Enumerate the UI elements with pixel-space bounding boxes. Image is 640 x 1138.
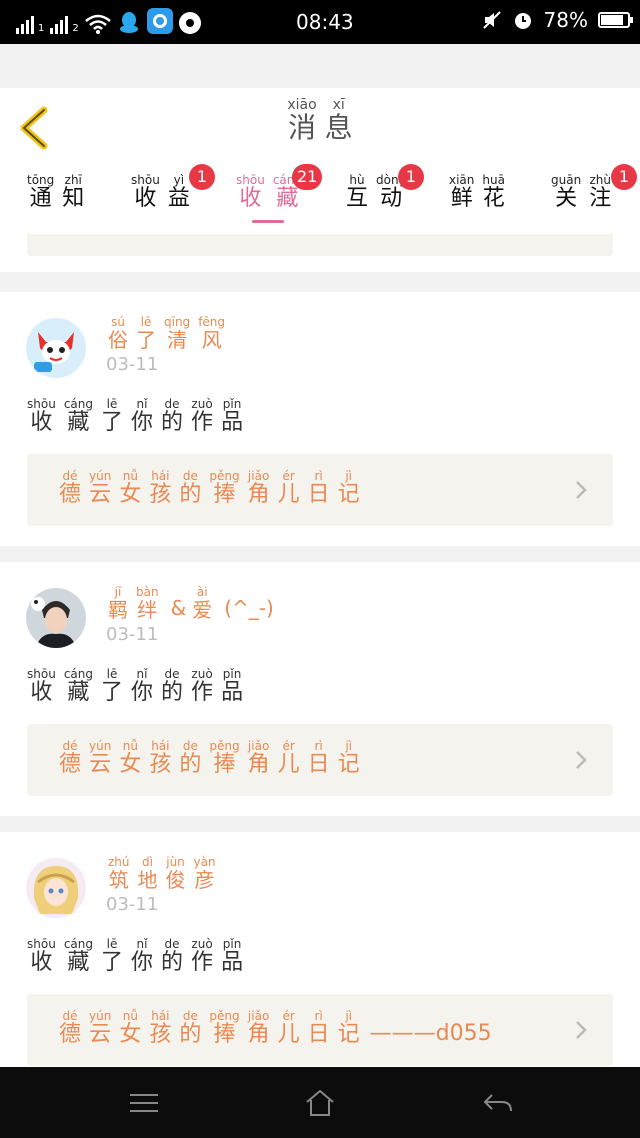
tab-bar: tōng 通 zhī 知 shōu 收 yì 益 1 shōu 收 cáng 藏 21 hù 互 dò… <box>0 164 640 234</box>
user-avatar[interactable] <box>26 858 86 918</box>
chevron-right-icon <box>576 1021 587 1039</box>
tab-badge: 1 <box>398 164 424 190</box>
battery-percent: 78% <box>543 8 588 32</box>
work-link[interactable]: dé德yún云nǚ女hái孩de的pěng捧jiǎo角ér儿rì日jì记 <box>27 454 613 526</box>
list-item: sú 俗 lē 了 qīng 清 fēng 风 03-11 shōu 收 cáng 藏 lē 了 nǐ 你 d… <box>0 292 640 546</box>
clock: 08:43 <box>296 10 354 34</box>
action-text: shōu 收 cáng 藏 lē 了 nǐ 你 de 的 zuò 作 pǐn 品 <box>27 667 244 705</box>
tab-notifications[interactable]: tōng 通 zhī 知 <box>27 174 84 210</box>
menu-icon[interactable] <box>128 1087 160 1119</box>
signal-sim2-icon: 2 <box>50 16 79 34</box>
work-title: dé 德 yún 云 nǚ 女 hái 孩 de 的 pěng 捧 jiǎo 角 ér 儿 rì 日 jì 记 ———d… <box>59 1009 492 1047</box>
alarm-clock-icon <box>514 13 531 29</box>
item-date: 03-11 <box>106 894 159 915</box>
action-text: shōu 收 cáng 藏 lē 了 nǐ 你 de 的 zuò 作 pǐn 品 <box>27 937 244 975</box>
list-item: jī 羁 bàn 绊 & ài 爱 (^_-) 03-11 shōu 收 cáng 藏 lē 了 nǐ 你 d… <box>0 562 640 816</box>
user-avatar[interactable] <box>26 318 86 378</box>
tab-following[interactable]: guān 关 zhù 注 1 <box>551 164 637 210</box>
work-title: dé 德 yún 云 nǚ 女 hái 孩 de 的 pěng 捧 jiǎo 角 ér 儿 rì 日 jì 记 <box>59 739 360 777</box>
back-arrow-icon[interactable] <box>14 106 54 150</box>
sim2-label: 2 <box>72 23 79 34</box>
user-name[interactable]: sú 俗 lē 了 qīng 清 fēng 风 <box>108 316 225 350</box>
tab-earnings[interactable]: shōu 收 yì 益 1 <box>131 164 215 210</box>
tab-favorites[interactable]: shōu 收 cáng 藏 21 <box>236 164 323 210</box>
work-title: dé 德 yún 云 nǚ 女 hái 孩 de 的 pěng 捧 jiǎo 角 ér 儿 rì 日 jì 记 <box>59 469 360 507</box>
list-item: zhú 筑 dì 地 jùn 俊 yàn 彦 03-11 shōu 收 cáng 藏 lē 了 nǐ 你 de… <box>0 832 640 1067</box>
app-header: xiāo 消 xī 息 <box>0 88 640 167</box>
message-list[interactable]: dé德yún云nǚ女hái孩de的pěng捧jiǎo角ér儿rì日jì记 sú俗… <box>0 234 640 1067</box>
item-date: 03-11 <box>106 354 159 375</box>
red-fox-avatar-icon <box>26 318 86 378</box>
system-nav-bar <box>0 1067 640 1138</box>
tab-badge: 1 <box>611 164 637 190</box>
status-bar: 1 2 08:43 78% <box>0 0 640 44</box>
work-link[interactable]: dé德yún云nǚ女hái孩de的pěng捧jiǎo角ér儿rì日jì记 <box>27 724 613 796</box>
home-icon[interactable] <box>304 1087 336 1119</box>
active-tab-indicator <box>252 220 284 223</box>
app-notification-icon <box>146 8 173 34</box>
boy-avatar-icon <box>26 588 86 648</box>
user-name[interactable]: jī 羁 bàn 绊 & ài 爱 (^_-) <box>108 586 274 620</box>
chevron-right-icon <box>576 751 587 769</box>
battery-icon <box>598 12 633 28</box>
music-disc-icon <box>178 12 201 34</box>
work-link[interactable]: dé德yún云nǚ女hái孩de的pěng捧jiǎo角ér儿rì日jì记 <box>27 234 613 256</box>
action-text: shōu 收 cáng 藏 lē 了 nǐ 你 de 的 zuò 作 pǐn 品 <box>27 397 244 435</box>
chevron-right-icon <box>576 481 587 499</box>
tab-badge: 21 <box>292 164 323 190</box>
page-title: xiāo 消 xī 息 <box>287 97 353 144</box>
qq-penguin-icon <box>119 12 138 33</box>
mute-icon <box>482 11 501 29</box>
user-avatar[interactable] <box>26 588 86 648</box>
item-date: 03-11 <box>106 624 159 645</box>
back-icon[interactable] <box>482 1087 514 1119</box>
user-name[interactable]: zhú 筑 dì 地 jùn 俊 yàn 彦 <box>108 856 216 890</box>
anime-girl-avatar-icon <box>26 858 86 918</box>
work-link[interactable]: dé 德 yún 云 nǚ 女 hái 孩 de 的 pěng 捧 jiǎo 角 ér 儿 rì 日 jì 记 ———d… <box>27 994 613 1066</box>
tab-flowers[interactable]: xiān 鲜 huā 花 <box>449 174 505 210</box>
sim1-label: 1 <box>38 23 45 34</box>
wifi-icon <box>84 14 111 34</box>
tab-badge: 1 <box>189 164 215 190</box>
tab-interactions[interactable]: hù 互 dòng 动 1 <box>346 164 424 210</box>
list-item: dé德yún云nǚ女hái孩de的pěng捧jiǎo角ér儿rì日jì记 <box>0 234 640 272</box>
signal-sim1-icon: 1 <box>16 16 44 34</box>
